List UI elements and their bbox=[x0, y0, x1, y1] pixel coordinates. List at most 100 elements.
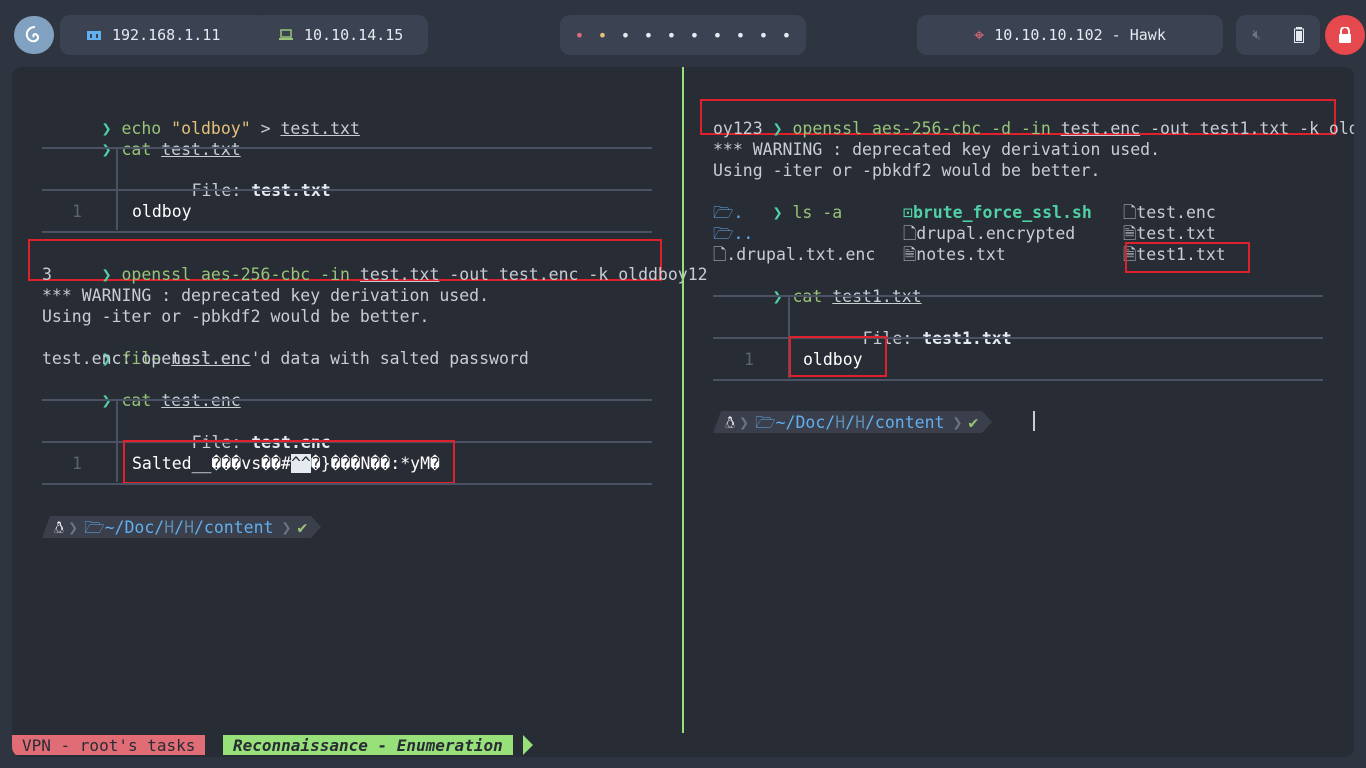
line-number: 1 bbox=[72, 202, 82, 221]
command-output: test.enc: openssl enc'd data with salted… bbox=[42, 349, 529, 368]
file-icon: 🗋 bbox=[903, 224, 917, 243]
workspace-6[interactable]: • bbox=[683, 26, 706, 45]
tmux-window-active[interactable]: Reconnaissance - Enumeration bbox=[223, 735, 513, 755]
crosshair-icon: ⌖ bbox=[974, 24, 985, 46]
success-check-icon: ✔ bbox=[297, 517, 308, 537]
top-bar: 192.168.1.11 10.10.14.15 • • • • • • • •… bbox=[0, 0, 1366, 68]
path-part: H bbox=[855, 412, 865, 432]
volume-muted-icon[interactable]: 🔇︎ bbox=[1252, 27, 1261, 43]
prompt-segment-end bbox=[311, 516, 322, 538]
ls-entry-name: brute_force_ssl.sh bbox=[912, 203, 1092, 222]
workspace-9[interactable]: • bbox=[752, 26, 775, 45]
text-file-icon: 🗎 bbox=[1123, 224, 1137, 243]
target-indicator[interactable]: ⌖ 10.10.10.102 - Hawk bbox=[917, 15, 1223, 55]
workspace-4[interactable]: • bbox=[637, 26, 660, 45]
ls-entry-name: notes.txt bbox=[916, 245, 1006, 264]
terminal-window: ❯ echo "oldboy" > test.txt ❯ cat test.tx… bbox=[12, 67, 1354, 757]
command-text: > bbox=[250, 119, 281, 138]
shell-prompt: 🐧︎ ❯ 🗁 ~/Doc/H/H/content ❯ ✔ bbox=[713, 411, 993, 433]
status-segment-end bbox=[523, 735, 533, 755]
workspace-7[interactable]: • bbox=[706, 26, 729, 45]
system-tray: 🔇︎ bbox=[1236, 15, 1320, 55]
ls-entry-name: test.txt bbox=[1136, 224, 1216, 243]
local-ip-text: 192.168.1.11 bbox=[112, 26, 221, 44]
tmux-status-bar: VPN - root's tasks Reconnaissance - Enum… bbox=[12, 733, 1354, 757]
power-lock-button[interactable] bbox=[1325, 15, 1365, 55]
folder-open-icon: 🗁 bbox=[713, 203, 734, 222]
divider bbox=[42, 231, 652, 233]
divider bbox=[42, 189, 652, 191]
file-content-line: oldboy bbox=[803, 350, 863, 369]
lock-icon bbox=[1339, 27, 1351, 43]
linux-tux-icon: 🐧︎ bbox=[725, 412, 736, 432]
folder-open-icon: 🗁 bbox=[84, 517, 105, 537]
encrypted-content-line: Salted__���vs��#^^�}���N��:*yM� bbox=[132, 453, 440, 474]
highlight-box bbox=[1125, 242, 1250, 273]
prompt-segment: 🐧︎ ❯ 🗁 ~/Doc/H/H/content ❯ ✔ bbox=[50, 516, 312, 538]
folder-open-icon: 🗁 bbox=[755, 412, 776, 432]
debian-logo-button[interactable] bbox=[14, 16, 54, 54]
command-file: test.enc bbox=[1060, 119, 1141, 138]
laptop-icon bbox=[279, 29, 293, 40]
workspace-3[interactable]: • bbox=[614, 26, 637, 45]
path-part: /content bbox=[865, 412, 945, 432]
warning-text: Using -iter or -pbkdf2 would be better. bbox=[713, 161, 1101, 180]
text-cursor bbox=[1033, 411, 1035, 431]
ls-entry: 🗎test.txt bbox=[1123, 223, 1216, 244]
encrypted-bytes: Salted__���vs��# bbox=[132, 454, 291, 473]
command-text: -out test.enc -k olddboy12 bbox=[439, 265, 708, 284]
workspace-5[interactable]: • bbox=[660, 26, 683, 45]
prompt-segment: 🐧︎ ❯ 🗁 ~/Doc/H/H/content ❯ ✔ bbox=[721, 411, 983, 433]
battery-icon[interactable] bbox=[1293, 27, 1304, 43]
prompt-segment-start bbox=[42, 516, 50, 538]
command-file: test.txt bbox=[280, 119, 360, 138]
workspace-10[interactable]: • bbox=[775, 26, 798, 45]
prompt-chevron-icon: ❯ bbox=[101, 140, 122, 159]
text-file-icon: 🗎 bbox=[903, 245, 917, 264]
right-terminal-pane[interactable]: ❯ openssl aes-256-cbc -d -in test.enc -o… bbox=[684, 67, 1354, 733]
folder-open-icon: 🗁 bbox=[713, 224, 734, 243]
warning-text: *** WARNING : deprecated key derivation … bbox=[42, 286, 490, 305]
shell-prompt: 🐧︎ ❯ 🗁 ~/Doc/H/H/content ❯ ✔ bbox=[42, 516, 322, 538]
workspace-2[interactable]: • bbox=[591, 26, 614, 45]
ls-entry: 🗁. bbox=[713, 202, 743, 223]
file-content-line: oldboy bbox=[132, 202, 192, 221]
workspace-1[interactable]: • bbox=[568, 26, 591, 45]
prompt-chevron-icon: ❯ bbox=[101, 265, 122, 284]
segment-separator-icon: ❯ bbox=[281, 517, 292, 537]
file-icon: 🗋 bbox=[1123, 203, 1137, 222]
ls-entry: 🗋.drupal.txt.enc bbox=[713, 244, 875, 265]
ls-entry: ⊡brute_force_ssl.sh bbox=[903, 202, 1092, 223]
network-icon bbox=[87, 31, 101, 40]
encrypted-bytes: �}���N��:*yM� bbox=[310, 454, 440, 473]
vpn-ip-indicator[interactable]: 10.10.14.15 bbox=[252, 15, 428, 55]
local-ip-indicator[interactable]: 192.168.1.11 bbox=[60, 15, 266, 55]
tmux-session-name[interactable]: VPN - root's tasks bbox=[12, 735, 206, 755]
debian-swirl-icon bbox=[25, 26, 40, 43]
command-text: openssl aes-256-cbc -d -in bbox=[792, 119, 1061, 138]
line-number: 1 bbox=[744, 350, 754, 369]
ls-entry: 🗋drupal.encrypted bbox=[903, 223, 1075, 244]
line-number: 1 bbox=[72, 454, 82, 473]
divider bbox=[713, 295, 1323, 297]
ls-entry-name: . bbox=[733, 203, 744, 222]
prompt-chevron-icon: ❯ bbox=[772, 203, 793, 222]
workspace-switcher: • • • • • • • • • • bbox=[560, 15, 806, 55]
command-wrap: oy123 bbox=[713, 119, 763, 138]
left-terminal-pane[interactable]: ❯ echo "oldboy" > test.txt ❯ cat test.tx… bbox=[12, 67, 708, 733]
prompt-path: ~/Doc/H/H/content bbox=[105, 517, 274, 538]
command-text: openssl aes-256-cbc -in bbox=[121, 265, 360, 284]
vpn-ip-text: 10.10.14.15 bbox=[304, 26, 404, 44]
ls-entry: 🗎notes.txt bbox=[903, 244, 1006, 265]
workspace-8[interactable]: • bbox=[729, 26, 752, 45]
path-part: / bbox=[174, 517, 185, 537]
ls-entry-name: drupal.encrypted bbox=[916, 224, 1076, 243]
ls-entry: 🗋test.enc bbox=[1123, 202, 1216, 223]
segment-separator-icon: ❯ bbox=[68, 517, 79, 537]
divider bbox=[42, 483, 652, 485]
warning-text: Using -iter or -pbkdf2 would be better. bbox=[42, 307, 430, 326]
encrypted-bytes: ^^ bbox=[290, 454, 311, 473]
path-part: ~/Doc/ bbox=[104, 517, 165, 537]
command-wrap: 3 bbox=[42, 265, 52, 284]
path-part: H bbox=[164, 517, 175, 537]
